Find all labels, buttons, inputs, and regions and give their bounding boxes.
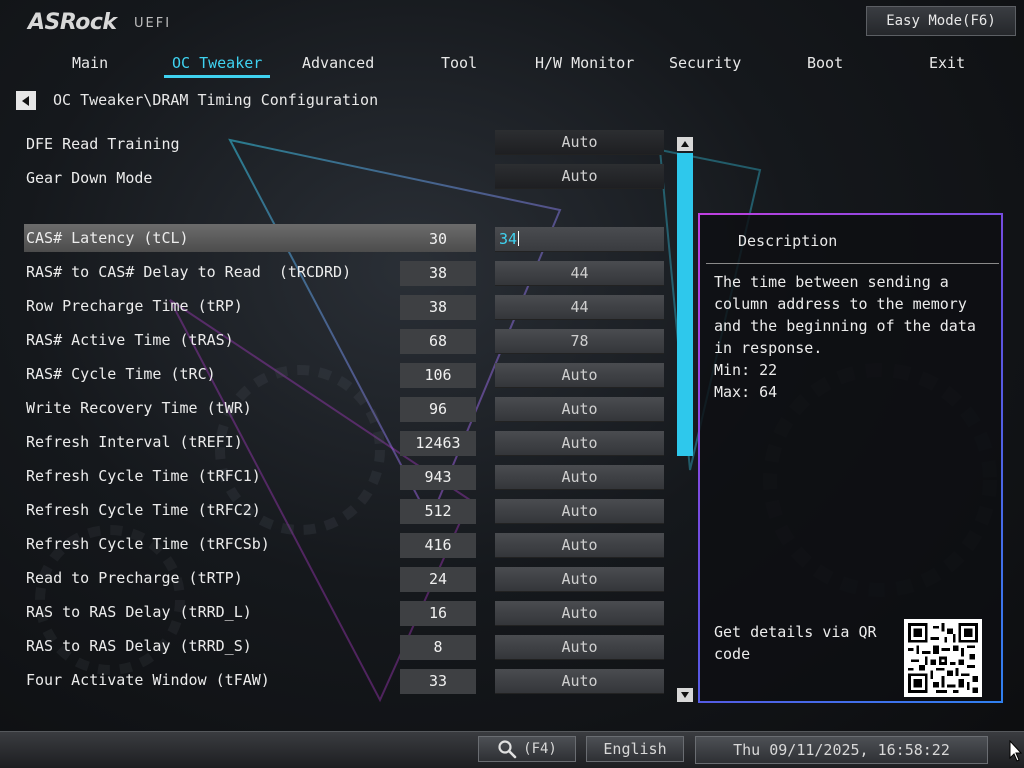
setting-row-trfc1[interactable]: Refresh Cycle Time (tRFC1) 943 Auto: [24, 462, 664, 490]
setting-row-trcdrd[interactable]: RAS# to CAS# Delay to Read (tRCDRD) 38 4…: [24, 258, 664, 286]
setting-label: RAS# to CAS# Delay to Read (tRCDRD): [26, 263, 352, 281]
tab-main[interactable]: Main: [72, 50, 108, 78]
easy-mode-button[interactable]: Easy Mode(F6): [866, 6, 1016, 36]
asrock-logo: ASRock: [28, 10, 117, 35]
current-value: 106: [400, 363, 476, 388]
current-value: 33: [400, 669, 476, 694]
tab-hw-monitor[interactable]: H/W Monitor: [535, 50, 634, 78]
description-divider: [706, 263, 999, 264]
setting-value-input[interactable]: Auto: [495, 465, 664, 490]
setting-value-input[interactable]: Auto: [495, 635, 664, 660]
current-value: 38: [400, 261, 476, 286]
setting-row-trrd-l[interactable]: RAS to RAS Delay (tRRD_L) 16 Auto: [24, 598, 664, 626]
setting-label: Four Activate Window (tFAW): [26, 671, 270, 689]
search-shortcut-label: (F4): [523, 741, 557, 757]
setting-label: Row Precharge Time (tRP): [26, 297, 243, 315]
tab-exit[interactable]: Exit: [929, 50, 965, 78]
tab-advanced[interactable]: Advanced: [302, 50, 374, 78]
description-min: Min: 22: [714, 361, 778, 379]
scrollbar-thumb[interactable]: [677, 153, 693, 456]
current-value: 24: [400, 567, 476, 592]
setting-value-input[interactable]: Auto: [495, 431, 664, 456]
setting-label: Write Recovery Time (tWR): [26, 399, 252, 417]
tab-security[interactable]: Security: [669, 50, 741, 78]
current-value: 12463: [400, 431, 476, 456]
setting-value-input[interactable]: 34: [495, 227, 664, 252]
description-text: The time between sending a column addres…: [714, 273, 976, 357]
main-nav: Main OC Tweaker Advanced Tool H/W Monito…: [0, 50, 1024, 80]
setting-value-button[interactable]: Auto: [495, 130, 664, 155]
scroll-down-arrow-icon[interactable]: [677, 688, 693, 702]
setting-row-dfe-read-training[interactable]: DFE Read Training Auto: [24, 130, 664, 158]
setting-label: Refresh Cycle Time (tRFC1): [26, 467, 261, 485]
setting-label: RAS# Cycle Time (tRC): [26, 365, 216, 383]
current-value: 8: [400, 635, 476, 660]
tab-tool[interactable]: Tool: [441, 50, 477, 78]
search-button[interactable]: (F4): [478, 736, 576, 762]
setting-row-tcl[interactable]: CAS# Latency (tCL) 30 34: [24, 224, 664, 252]
current-value: 16: [400, 601, 476, 626]
setting-value-input[interactable]: Auto: [495, 601, 664, 626]
uefi-label: UEFI: [134, 16, 172, 31]
setting-label: CAS# Latency (tCL): [26, 229, 189, 247]
setting-row-gear-down-mode[interactable]: Gear Down Mode Auto: [24, 164, 664, 192]
setting-label: RAS# Active Time (tRAS): [26, 331, 234, 349]
setting-value-input[interactable]: Auto: [495, 567, 664, 592]
current-value: 96: [400, 397, 476, 422]
setting-label: Gear Down Mode: [26, 169, 153, 187]
setting-row-twr[interactable]: Write Recovery Time (tWR) 96 Auto: [24, 394, 664, 422]
description-panel: Description The time between sending a c…: [698, 213, 1003, 703]
tab-oc-tweaker[interactable]: OC Tweaker: [163, 50, 271, 78]
current-value: 68: [400, 329, 476, 354]
setting-value-input[interactable]: Auto: [495, 363, 664, 388]
setting-value-input[interactable]: Auto: [495, 397, 664, 422]
setting-row-trc[interactable]: RAS# Cycle Time (tRC) 106 Auto: [24, 360, 664, 388]
back-arrow-icon[interactable]: [16, 91, 36, 110]
setting-row-trtp[interactable]: Read to Precharge (tRTP) 24 Auto: [24, 564, 664, 592]
setting-value-input[interactable]: Auto: [495, 533, 664, 558]
current-value: 512: [400, 499, 476, 524]
setting-label: DFE Read Training: [26, 135, 180, 153]
setting-row-trp[interactable]: Row Precharge Time (tRP) 38 44: [24, 292, 664, 320]
description-range: Min: 22 Max: 64: [714, 359, 777, 403]
description-title: Description: [738, 232, 838, 250]
breadcrumb: OC Tweaker\DRAM Timing Configuration: [53, 91, 379, 109]
qr-code-icon: [904, 619, 982, 697]
setting-label: Refresh Cycle Time (tRFC2): [26, 501, 261, 519]
setting-row-tfaw[interactable]: Four Activate Window (tFAW) 33 Auto: [24, 666, 664, 694]
setting-label: Refresh Cycle Time (tRFCSb): [26, 535, 270, 553]
current-value: 38: [400, 295, 476, 320]
setting-row-trefi[interactable]: Refresh Interval (tREFI) 12463 Auto: [24, 428, 664, 456]
setting-value-input[interactable]: Auto: [495, 669, 664, 694]
setting-value-button[interactable]: Auto: [495, 164, 664, 189]
search-icon: [498, 740, 517, 759]
setting-value-input[interactable]: 44: [495, 261, 664, 286]
setting-value-input[interactable]: 78: [495, 329, 664, 354]
datetime-display: Thu 09/11/2025, 16:58:22: [695, 736, 988, 764]
language-button[interactable]: English: [586, 736, 684, 762]
setting-row-trfc2[interactable]: Refresh Cycle Time (tRFC2) 512 Auto: [24, 496, 664, 524]
qr-caption: Get details via QR code: [714, 623, 877, 663]
setting-label: RAS to RAS Delay (tRRD_L): [26, 603, 252, 621]
setting-value-input[interactable]: 44: [495, 295, 664, 320]
setting-label: Read to Precharge (tRTP): [26, 569, 243, 587]
setting-value-input[interactable]: Auto: [495, 499, 664, 524]
description-max: Max: 64: [714, 383, 778, 401]
scroll-up-arrow-icon[interactable]: [677, 137, 693, 151]
setting-label: RAS to RAS Delay (tRRD_S): [26, 637, 252, 655]
current-value: 943: [400, 465, 476, 490]
mouse-cursor-icon: [1009, 740, 1023, 762]
current-value: 416: [400, 533, 476, 558]
setting-row-tras[interactable]: RAS# Active Time (tRAS) 68 78: [24, 326, 664, 354]
setting-row-trfcsb[interactable]: Refresh Cycle Time (tRFCSb) 416 Auto: [24, 530, 664, 558]
setting-row-trrd-s[interactable]: RAS to RAS Delay (tRRD_S) 8 Auto: [24, 632, 664, 660]
current-value: 30: [428, 230, 448, 248]
tab-boot[interactable]: Boot: [807, 50, 843, 78]
setting-label: Refresh Interval (tREFI): [26, 433, 243, 451]
